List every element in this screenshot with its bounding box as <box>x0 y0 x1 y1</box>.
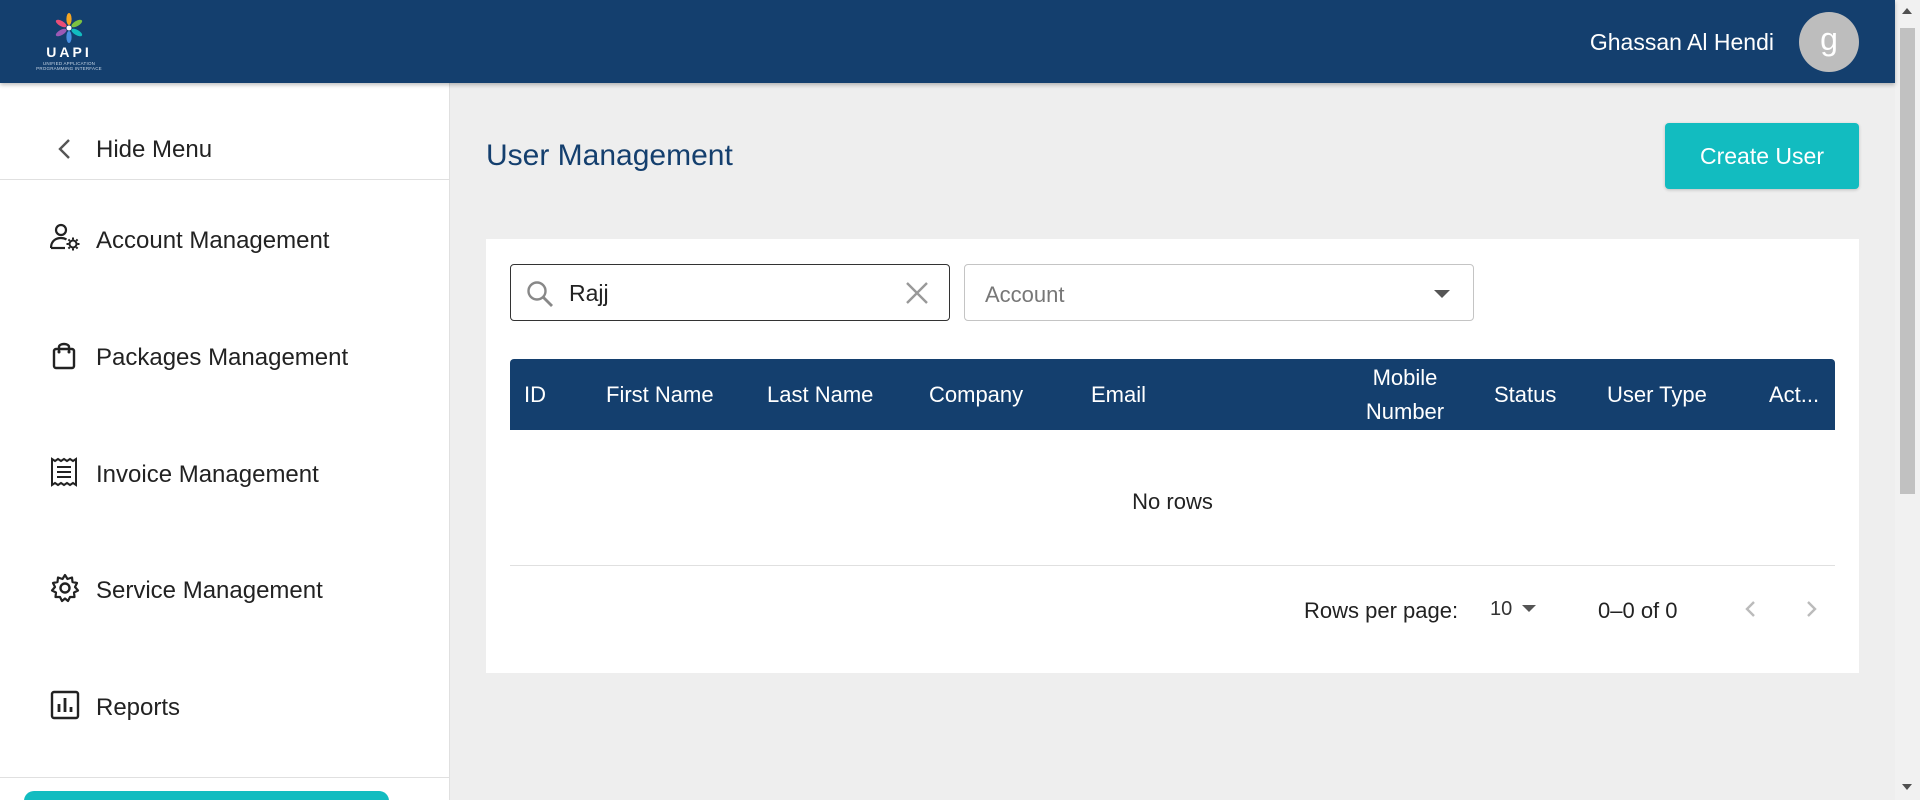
hide-menu-label: Hide Menu <box>96 136 213 163</box>
search-value: Rajj <box>569 280 609 306</box>
column-header-first-name[interactable]: First Name <box>606 359 714 430</box>
column-header-id[interactable]: ID <box>524 359 546 430</box>
column-header-company[interactable]: Company <box>929 359 1023 430</box>
next-page-icon[interactable] <box>1796 594 1826 624</box>
search-input[interactable]: Rajj <box>510 264 950 321</box>
sidebar-item-label: Invoice Management <box>96 461 319 488</box>
pagination-range: 0–0 of 0 <box>1598 598 1678 623</box>
page-scrollbar[interactable] <box>1895 0 1920 800</box>
sidebar-item-service-management[interactable]: Service Management <box>0 573 449 653</box>
column-header-mobile-number[interactable]: Mobile Number <box>1355 359 1455 430</box>
sidebar: Hide Menu Account Management Packages Ma… <box>0 83 450 800</box>
scroll-thumb[interactable] <box>1900 28 1915 494</box>
column-header-actions[interactable]: Act... <box>1769 359 1819 430</box>
table-header: ID First Name Last Name Company Email Mo… <box>510 359 1835 430</box>
table-footer-divider <box>510 565 1835 566</box>
column-header-status[interactable]: Status <box>1494 359 1556 430</box>
users-table-card: Rajj Account ID First Name Last Name Com… <box>486 239 1859 673</box>
avatar[interactable]: g <box>1799 12 1859 72</box>
scroll-down-icon[interactable] <box>1902 784 1912 790</box>
shopping-bag-icon <box>52 342 76 370</box>
sidebar-item-invoice-management[interactable]: Invoice Management <box>0 457 449 537</box>
sidebar-item-reports[interactable]: Reports <box>0 690 449 770</box>
receipt-icon <box>51 457 77 487</box>
sidebar-item-label: Packages Management <box>96 344 349 371</box>
logo-flower-icon <box>55 13 83 43</box>
previous-page-icon[interactable] <box>1736 594 1766 624</box>
page-title: User Management <box>486 139 733 172</box>
create-user-button[interactable]: Create User <box>1665 123 1859 189</box>
sidebar-divider <box>0 777 449 778</box>
close-icon[interactable] <box>905 281 929 305</box>
sidebar-bottom-button[interactable] <box>24 791 389 800</box>
logo-subtext: UNIFIED APPLICATION PROGRAMMING INTERFAC… <box>36 61 102 71</box>
scroll-up-icon[interactable] <box>1902 8 1912 14</box>
column-header-email[interactable]: Email <box>1091 359 1146 430</box>
app-header: UAPI UNIFIED APPLICATION PROGRAMMING INT… <box>0 0 1895 83</box>
gear-icon <box>50 573 80 603</box>
sidebar-item-label: Reports <box>96 694 181 721</box>
account-select[interactable]: Account <box>964 264 1474 321</box>
rows-per-page-label: Rows per page: <box>1304 598 1459 623</box>
caret-down-icon <box>1434 290 1450 298</box>
bar-chart-icon <box>50 690 80 720</box>
sidebar-item-label: Account Management <box>96 227 330 254</box>
logo-text: UAPI <box>46 44 92 60</box>
empty-table-message: No rows <box>1132 489 1213 514</box>
sidebar-item-label: Service Management <box>96 577 323 604</box>
user-name[interactable]: Ghassan Al Hendi <box>1590 29 1774 56</box>
sidebar-item-packages-management[interactable]: Packages Management <box>0 340 449 420</box>
chevron-left-icon <box>58 139 70 159</box>
sidebar-item-account-management[interactable]: Account Management <box>0 223 449 303</box>
account-select-placeholder: Account <box>985 282 1065 307</box>
uapi-logo[interactable]: UAPI UNIFIED APPLICATION PROGRAMMING INT… <box>34 11 104 71</box>
search-icon <box>527 281 553 307</box>
caret-down-icon[interactable] <box>1522 605 1536 612</box>
column-header-last-name[interactable]: Last Name <box>767 359 873 430</box>
rows-per-page-select[interactable]: 10 <box>1490 598 1512 621</box>
column-header-user-type[interactable]: User Type <box>1607 359 1707 430</box>
user-gear-icon <box>50 223 80 251</box>
hide-menu-button[interactable]: Hide Menu <box>0 83 449 180</box>
